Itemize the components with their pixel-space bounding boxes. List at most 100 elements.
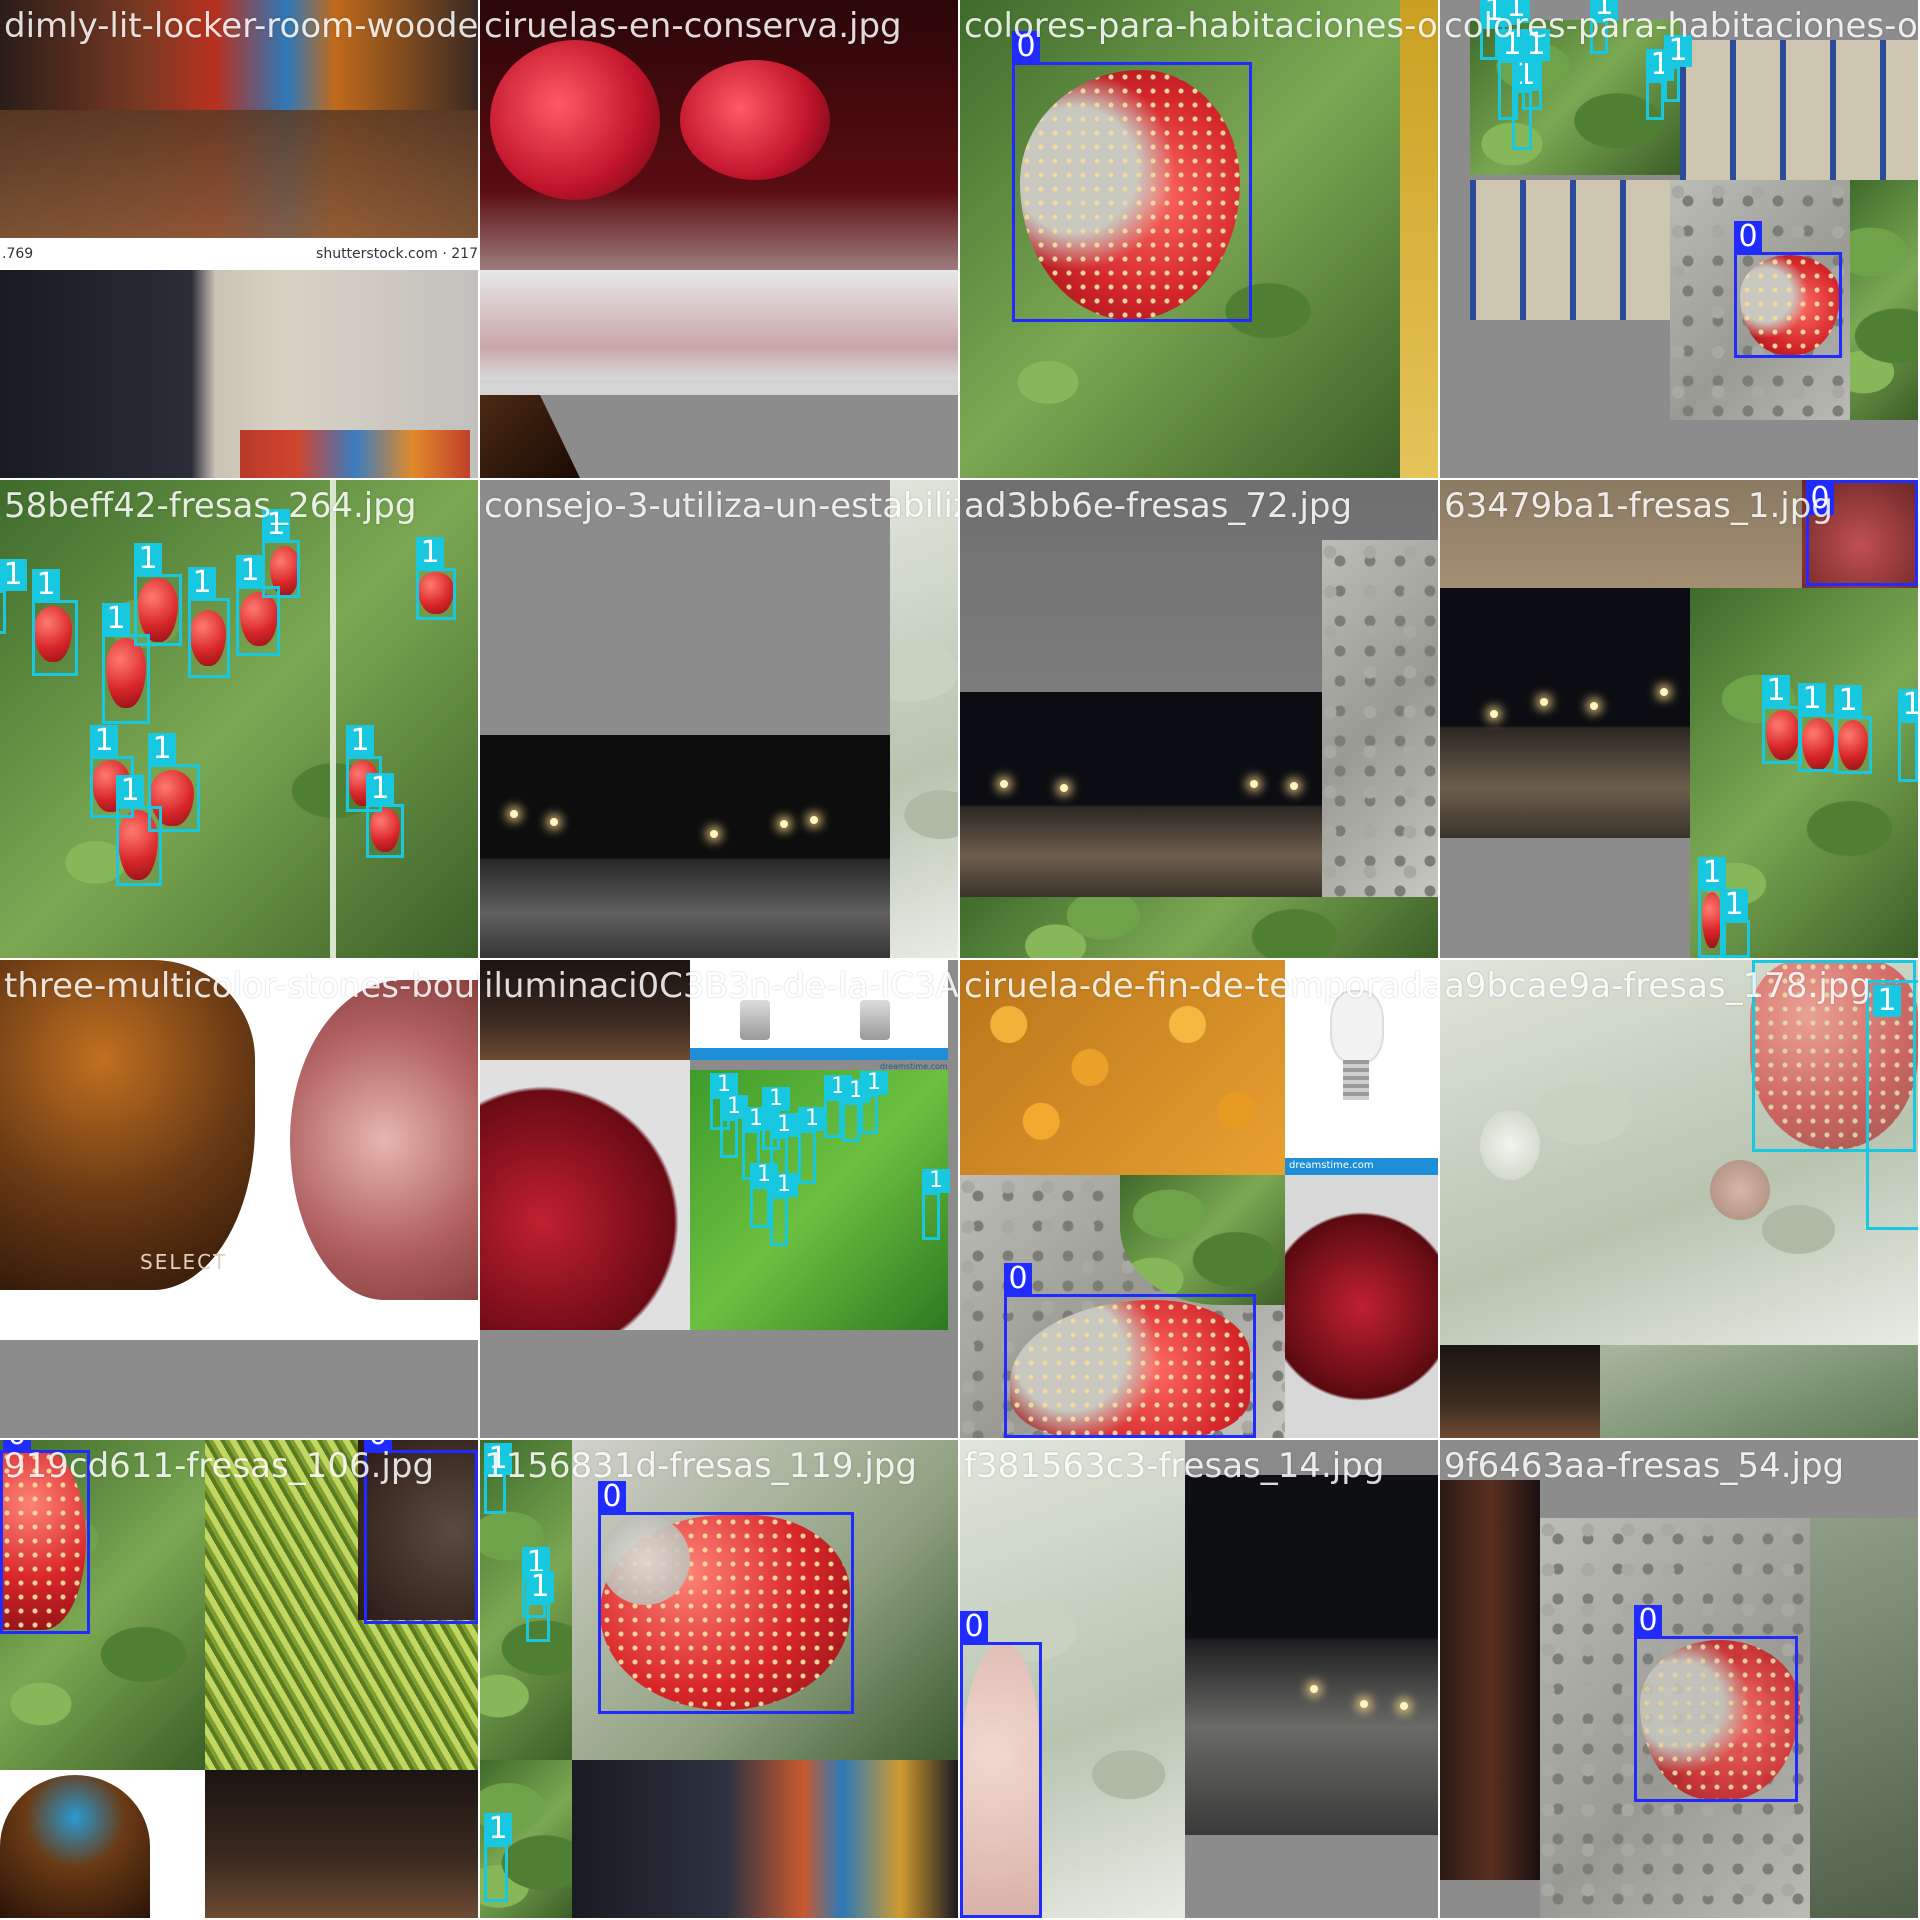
detection-box-class-0: 0: [1012, 31, 1252, 322]
bulb-icon: [860, 1000, 890, 1040]
detection-box-class-1: 1: [416, 537, 456, 620]
plums-photo: [960, 960, 1285, 1175]
watermark-strip: .769 shutterstock.com · 217: [0, 238, 478, 270]
seam: [330, 480, 336, 958]
tile-16: 0 9f6463aa-fresas_54.jpg: [1440, 1440, 1918, 1918]
strawberry-plant-photo: [0, 480, 478, 958]
tile-8: 0 1 1 1 1 1 1 63479ba1-fresas_1.jpg: [1440, 480, 1918, 958]
tile-5: 1 1 1 1 1 1 1 1 1 1 1 1 1 58beff42-fresa…: [0, 480, 478, 958]
leaf-edge: [890, 480, 958, 958]
detection-box-class-1: 1: [860, 1071, 888, 1134]
opal-photo: [0, 1770, 205, 1918]
tile-9: SELECT three-multicolor-stones-boulder-o…: [0, 960, 478, 1438]
tile-3: 0 colores-para-habitaciones-oscuras-ofic…: [960, 0, 1438, 478]
class-label: 1: [366, 773, 394, 805]
class-label: 1: [1590, 0, 1618, 21]
jar-glass: [480, 270, 958, 380]
detection-box-class-1: 1: [526, 1571, 554, 1642]
detection-box-class-1: 1: [750, 1163, 778, 1228]
warehouse-photo: [1470, 180, 1670, 320]
detection-box-class-1: 1: [116, 775, 162, 886]
leaf-strip: [960, 897, 1438, 958]
boulder-opal-stone: [0, 1775, 150, 1918]
detection-box-class-1: 1: [188, 567, 230, 678]
tile-4: 1 1 1 1 1 1 1 1 0 colores-para-habitacio…: [1440, 0, 1918, 478]
locker-room-photo: [572, 1760, 958, 1918]
class-label: 1: [770, 1113, 798, 1137]
tile-1: .769 shutterstock.com · 217 dimly-lit-lo…: [0, 0, 478, 478]
padding-area: [0, 1340, 478, 1438]
dreamstime-bar: dreamstime.com: [1285, 1158, 1438, 1175]
street-lamp: [1490, 710, 1498, 718]
class-label: 1: [798, 1107, 826, 1131]
watermark-left: .769: [2, 246, 34, 262]
detection-box-class-0: 0: [1004, 1263, 1256, 1438]
stone-brand-text: SELECT: [140, 1250, 228, 1274]
padding-area: [1440, 838, 1690, 958]
tile-14: 1 1 1 0 1 1156831d-fresas_119.jpg: [480, 1440, 958, 1918]
class-label: 1: [1522, 29, 1550, 61]
colored-lockers: [240, 430, 470, 478]
class-label: 1: [102, 603, 130, 635]
street-lamp: [1360, 1700, 1368, 1708]
detection-box-class-1: 1: [484, 1443, 512, 1514]
detection-box-class-1: 1: [842, 1079, 870, 1142]
class-label: 0: [1012, 31, 1040, 63]
street-lamp: [1660, 688, 1668, 696]
tram-bridge-night-photo: [1185, 1475, 1438, 1835]
street-lamp: [780, 820, 788, 828]
class-label: 1: [148, 733, 176, 765]
tile-6: consejo-3-utiliza-un-estabilizador-de-im…: [480, 480, 958, 958]
class-label: 1: [134, 543, 162, 575]
tile-11: dreamstime.com 0 ciruela-de-fin-de-tempo…: [960, 960, 1438, 1438]
class-label: 1: [922, 1169, 950, 1193]
class-label: 0: [1806, 483, 1834, 515]
street-lamp: [1290, 782, 1298, 790]
detection-box-class-1: 1: [1898, 689, 1918, 782]
street-lamp: [1400, 1702, 1408, 1710]
class-label: 1: [32, 569, 60, 601]
class-label: 1: [262, 509, 290, 541]
detection-box-class-1: 1: [262, 509, 300, 598]
detection-box-class-1: 1: [1798, 683, 1838, 772]
detection-box-class-0: 0: [0, 1440, 90, 1634]
detection-box-class-1: 1: [1762, 675, 1802, 764]
class-label: 1: [526, 1571, 554, 1603]
street-lamp: [810, 816, 818, 824]
detection-box-class-1: 1: [1664, 35, 1692, 102]
street-lamp: [710, 830, 718, 838]
tram-bridge-night-photo: [480, 735, 890, 958]
class-label: 1: [346, 725, 374, 757]
locker-photo: [1440, 1480, 1540, 1880]
tram-bridge-night-photo: [960, 692, 1322, 897]
class-label: 1: [1664, 35, 1692, 67]
detection-box-class-0: 0: [1734, 221, 1842, 358]
detection-box-class-1: 1: [1522, 29, 1550, 110]
plum-half: [490, 40, 660, 200]
class-label: 1: [1502, 0, 1530, 23]
class-label: 0: [960, 1611, 988, 1643]
bulb-icon: [1330, 990, 1384, 1064]
detection-box-class-1-partial: [1866, 980, 1918, 1230]
tile-2: ciruelas-en-conserva.jpg: [480, 0, 958, 478]
leaf-strip: [1600, 1345, 1918, 1438]
street-lamp: [1590, 702, 1598, 710]
detection-box-class-1: 1: [1590, 0, 1618, 54]
street-lamp: [1250, 780, 1258, 788]
unripe-strawberry: [1710, 1160, 1770, 1220]
detection-box-class-1: 1: [1480, 0, 1508, 60]
bulb-photo: [690, 960, 948, 1060]
watermark-right: shutterstock.com · 217: [316, 246, 478, 262]
street-lamp: [1000, 780, 1008, 788]
class-label: 0: [1004, 1263, 1032, 1295]
class-label: 1: [484, 1443, 512, 1475]
detection-box-class-1: 1: [798, 1107, 826, 1184]
class-label: 1: [1834, 685, 1862, 717]
class-label: 1: [762, 1087, 790, 1111]
detection-box-class-1: 1: [1646, 49, 1674, 120]
detection-box-class-1: 1: [1720, 889, 1750, 958]
yellow-edge: [1400, 0, 1438, 478]
class-label: 1: [1898, 689, 1918, 721]
detection-box-class-1: 1: [32, 569, 78, 676]
mosaic-grid: .769 shutterstock.com · 217 dimly-lit-lo…: [0, 0, 1920, 1920]
